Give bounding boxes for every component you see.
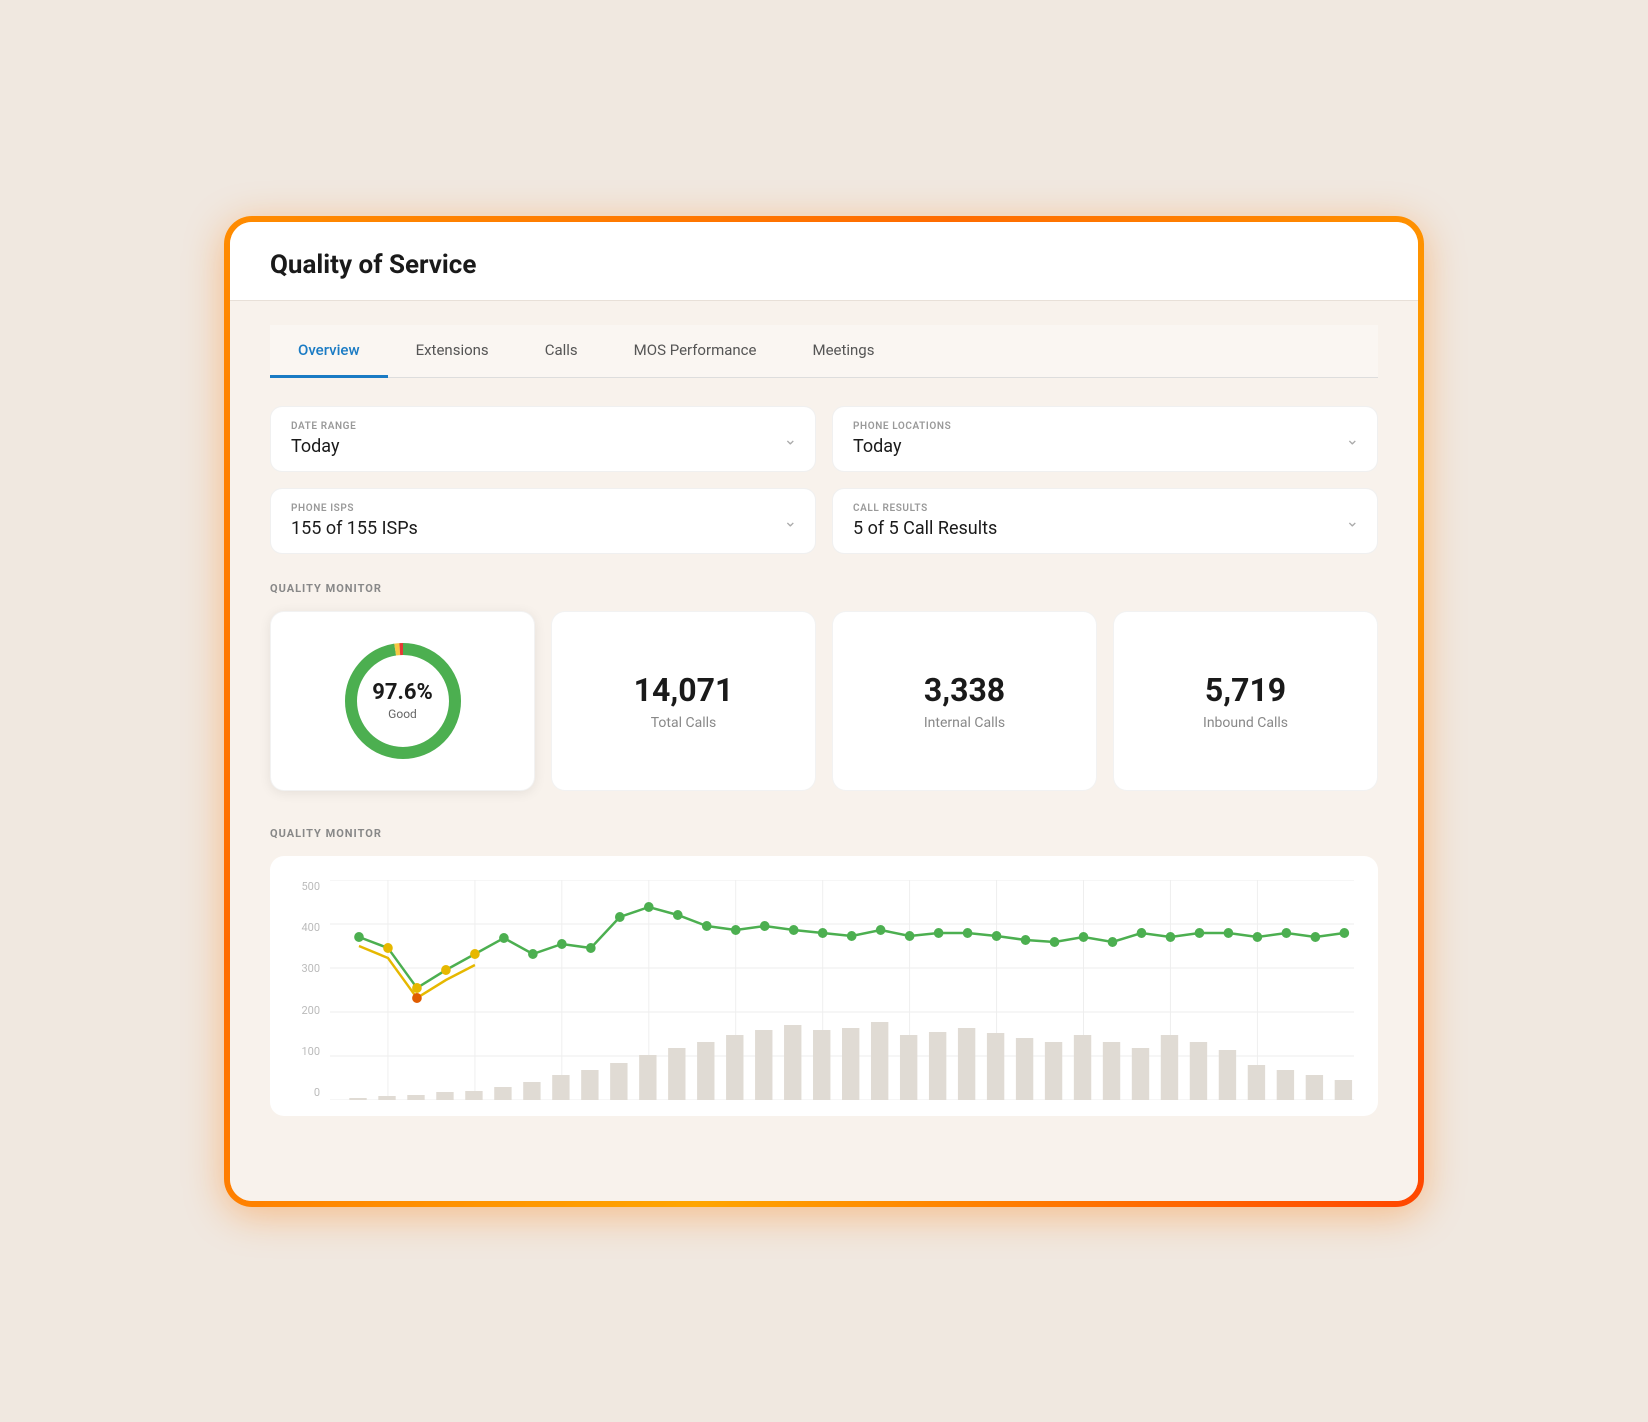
y-label-100: 100 [294, 1045, 320, 1058]
phone-isps-value: 155 of 155 ISPs [291, 518, 795, 539]
phone-isps-filter[interactable]: PHONE ISPS 155 of 155 ISPs ⌄ [270, 488, 816, 554]
page-header: Quality of Service [230, 222, 1418, 301]
donut-label: Good [372, 707, 433, 721]
outer-frame: Quality of Service Overview Extensions C… [224, 216, 1424, 1207]
tab-mos[interactable]: MOS Performance [606, 325, 785, 378]
y-label-400: 400 [294, 921, 320, 934]
phone-locations-filter[interactable]: PHONE LOCATIONS Today ⌄ [832, 406, 1378, 472]
call-results-value: 5 of 5 Call Results [853, 518, 1357, 539]
call-results-filter[interactable]: CALL RESULTS 5 of 5 Call Results ⌄ [832, 488, 1378, 554]
internal-calls-number: 3,338 [924, 671, 1005, 709]
tab-extensions[interactable]: Extensions [388, 325, 517, 378]
total-calls-number: 14,071 [634, 671, 734, 709]
y-label-0: 0 [294, 1086, 320, 1099]
call-results-label: CALL RESULTS [853, 503, 1357, 514]
total-calls-label: Total Calls [651, 715, 717, 731]
tab-calls[interactable]: Calls [517, 325, 606, 378]
y-label-500: 500 [294, 880, 320, 893]
donut-chart: 97.6% Good [338, 636, 468, 766]
tabs-bar: Overview Extensions Calls MOS Performanc… [270, 325, 1378, 378]
phone-locations-label: PHONE LOCATIONS [853, 421, 1357, 432]
chart-canvas [330, 880, 1354, 1100]
tab-meetings[interactable]: Meetings [784, 325, 902, 378]
donut-card: 97.6% Good [270, 611, 535, 791]
monitor-cards: 97.6% Good 14,071 Total Calls 3,338 Inte… [270, 611, 1378, 791]
internal-calls-label: Internal Calls [924, 715, 1005, 731]
date-range-chevron-icon: ⌄ [784, 429, 797, 448]
phone-isps-chevron-icon: ⌄ [784, 511, 797, 530]
y-label-300: 300 [294, 962, 320, 975]
date-range-value: Today [291, 436, 795, 457]
page-title: Quality of Service [270, 250, 1378, 280]
quality-monitor-section-label: QUALITY MONITOR [270, 582, 1378, 595]
filters-grid: DATE RANGE Today ⌄ PHONE LOCATIONS Today… [270, 406, 1378, 554]
chart-section-label: QUALITY MONITOR [270, 827, 1378, 840]
tab-overview[interactable]: Overview [270, 325, 388, 378]
y-label-200: 200 [294, 1004, 320, 1017]
inbound-calls-number: 5,719 [1205, 671, 1286, 709]
inbound-calls-label: Inbound Calls [1203, 715, 1288, 731]
date-range-filter[interactable]: DATE RANGE Today ⌄ [270, 406, 816, 472]
total-calls-card: 14,071 Total Calls [551, 611, 816, 791]
chart-section: 500 400 300 200 100 0 [270, 856, 1378, 1116]
internal-calls-card: 3,338 Internal Calls [832, 611, 1097, 791]
call-results-chevron-icon: ⌄ [1346, 511, 1359, 530]
inbound-calls-card: 5,719 Inbound Calls [1113, 611, 1378, 791]
main-card: Quality of Service Overview Extensions C… [230, 222, 1418, 1201]
phone-locations-chevron-icon: ⌄ [1346, 429, 1359, 448]
content-area: Overview Extensions Calls MOS Performanc… [230, 301, 1418, 1201]
date-range-label: DATE RANGE [291, 421, 795, 432]
phone-locations-value: Today [853, 436, 1357, 457]
donut-center: 97.6% Good [372, 680, 433, 720]
donut-percentage: 97.6% [372, 680, 433, 704]
phone-isps-label: PHONE ISPS [291, 503, 795, 514]
